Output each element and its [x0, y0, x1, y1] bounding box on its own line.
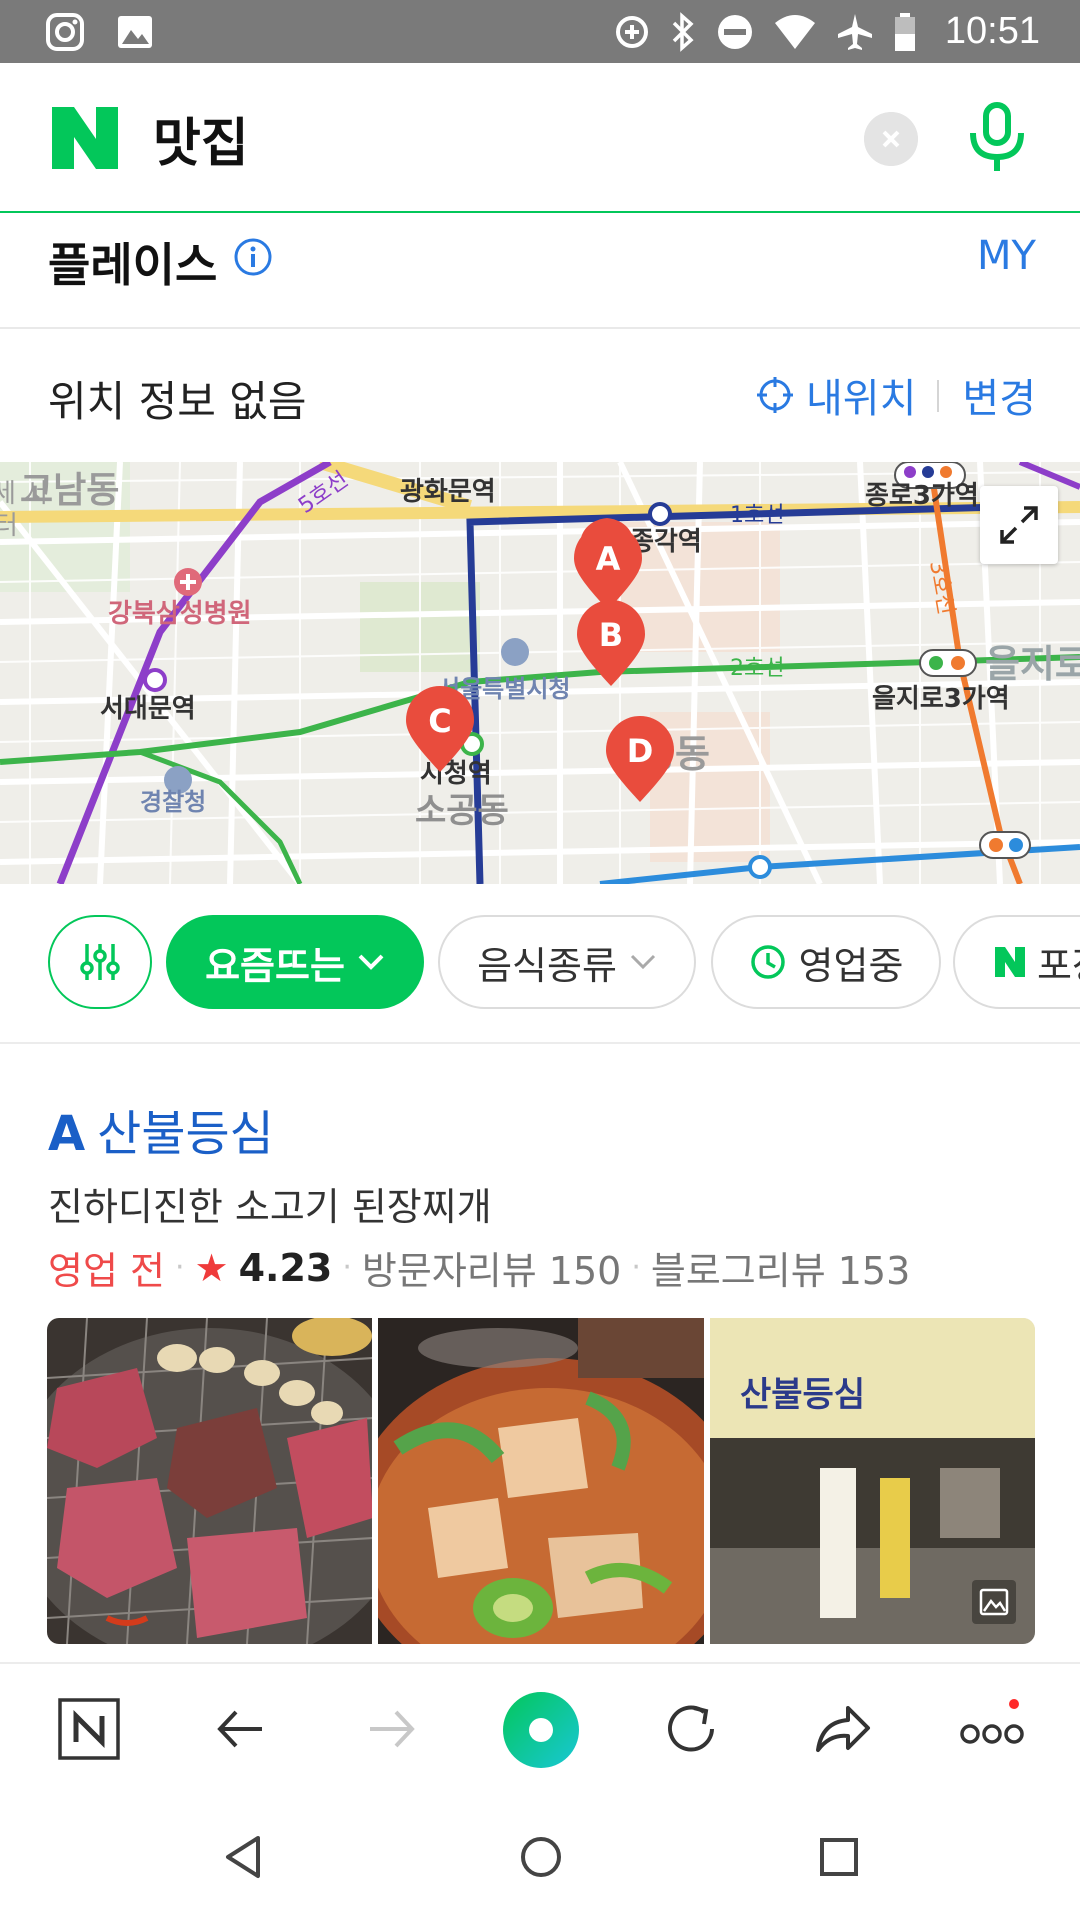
naver-pay-label: 포장	[1037, 943, 1080, 988]
restaurant-name-link[interactable]: A 산불등심	[48, 1094, 274, 1164]
sliders-icon	[80, 944, 120, 980]
map-label: 2호선	[730, 656, 784, 681]
refresh-icon[interactable]	[656, 1694, 726, 1764]
open-now-label: 영업중	[798, 943, 904, 988]
separator-dot: ·	[174, 1250, 185, 1285]
restaurant-meta: 영업 전 · ★ 4.23 · 방문자리뷰 150 · 블로그리뷰 153	[48, 1240, 910, 1295]
do-not-disturb-icon	[717, 14, 752, 49]
green-dot-icon[interactable]	[501, 1690, 581, 1770]
place-header: 플레이스 MY	[0, 213, 1080, 329]
visitor-reviews[interactable]: 방문자리뷰 150	[362, 1240, 621, 1295]
nav-back-icon[interactable]	[220, 1834, 266, 1880]
naver-pay-filter-chip[interactable]: 포장	[953, 915, 1080, 1009]
photo-doenjang-stew[interactable]	[378, 1318, 704, 1644]
blog-reviews[interactable]: 블로그리뷰 153	[651, 1240, 910, 1295]
gallery-icon[interactable]	[978, 1586, 1010, 1618]
map-label: 세 서	[0, 479, 48, 509]
microphone-icon[interactable]	[967, 101, 1027, 175]
status-bar: 10:51	[0, 0, 1080, 63]
star-icon: ★	[194, 1245, 229, 1290]
trending-label: 요즘뜨는	[205, 943, 345, 988]
crosshair-icon	[757, 377, 793, 413]
map-label: 종로3가역	[865, 481, 979, 511]
map-marker-d[interactable]: D	[604, 716, 676, 806]
share-icon[interactable]	[806, 1694, 876, 1764]
food-type-filter-chip[interactable]: 음식종류	[438, 915, 696, 1009]
location-row: 위치 정보 없음 내위치 변경	[0, 330, 1080, 462]
my-location-label: 내위치	[806, 376, 917, 422]
food-type-label: 음식종류	[477, 943, 617, 988]
photo-grilled-beef[interactable]	[47, 1318, 373, 1644]
map-label: 을지로3가역	[872, 684, 1010, 714]
clock: 10:51	[944, 10, 1040, 52]
naver-n-icon	[995, 947, 1025, 977]
map-label: 서대문역	[100, 694, 196, 724]
map-label: 광화문역	[400, 477, 496, 507]
photo-storefront[interactable]: 산불등심	[709, 1318, 1035, 1644]
marker-letter: C	[428, 702, 451, 740]
back-arrow-icon[interactable]	[206, 1694, 276, 1764]
search-query[interactable]: 맛집	[153, 101, 249, 176]
system-nav-bar	[0, 1794, 1080, 1920]
marker-letter: A	[596, 540, 621, 578]
my-location-button[interactable]: 내위치	[756, 366, 916, 424]
search-bar: 맛집	[0, 63, 1080, 213]
separator-dot: ·	[631, 1250, 641, 1285]
naver-logo-icon[interactable]	[52, 107, 118, 169]
result-letter: A	[48, 1106, 86, 1162]
expand-icon	[1000, 506, 1038, 544]
browser-toolbar	[0, 1662, 1080, 1794]
marker-letter: D	[627, 732, 654, 770]
clock-icon	[750, 945, 785, 979]
map-label: 소공동	[415, 791, 509, 831]
more-icon[interactable]	[956, 1694, 1026, 1764]
place-section-title: 플레이스	[48, 238, 218, 292]
nav-home-icon[interactable]	[518, 1834, 564, 1880]
rating-value: 4.23	[238, 1245, 333, 1290]
separator-dot: ·	[342, 1250, 352, 1285]
battery-icon	[894, 12, 915, 51]
map-view[interactable]: 광화문역 종각역 종로3가역 서대문역 강북삼성병원 서울특별시청 시청역 소공…	[0, 462, 1080, 884]
data-saver-icon	[615, 15, 648, 48]
location-status: 위치 정보 없음	[48, 377, 307, 426]
restaurant-description: 진하디진한 소고기 된장찌개	[48, 1185, 492, 1229]
chevron-down-icon	[358, 954, 384, 970]
map-marker-b[interactable]: B	[575, 600, 647, 690]
open-now-filter-chip[interactable]: 영업중	[711, 915, 941, 1009]
instagram-icon	[46, 13, 84, 51]
marker-letter: B	[599, 616, 623, 654]
map-label: 경찰청	[140, 788, 206, 816]
clear-search-button[interactable]	[864, 112, 918, 166]
forward-arrow-icon[interactable]	[356, 1694, 426, 1764]
trending-filter-chip[interactable]: 요즘뜨는	[166, 915, 424, 1009]
restaurant-name: 산불등심	[97, 1106, 274, 1162]
divider	[937, 380, 939, 412]
nav-recents-icon[interactable]	[816, 1834, 862, 1880]
map-label: 강북삼성병원	[108, 599, 252, 629]
gallery-icon	[118, 16, 152, 48]
bluetooth-icon	[672, 11, 694, 52]
info-icon[interactable]	[233, 237, 273, 277]
my-places-link[interactable]: MY	[977, 233, 1036, 279]
naver-home-icon[interactable]	[54, 1694, 124, 1764]
change-location-link[interactable]: 변경	[962, 366, 1036, 424]
map-canvas[interactable]: 광화문역 종각역 종로3가역 서대문역 강북삼성병원 서울특별시청 시청역 소공…	[0, 462, 1080, 884]
airplane-icon	[837, 13, 872, 50]
store-sign-text: 산불등심	[740, 1375, 865, 1415]
map-label: 터	[0, 511, 18, 541]
map-expand-button[interactable]	[980, 486, 1058, 564]
map-label: 을지로	[985, 642, 1080, 686]
photo-strip: 산불등심	[47, 1318, 1035, 1644]
filter-bar: 요즘뜨는 음식종류 영업중 포장	[0, 884, 1080, 1044]
filter-settings-button[interactable]	[48, 915, 152, 1009]
result-item[interactable]: A 산불등심 진하디진한 소고기 된장찌개 영업 전 · ★ 4.23 · 방문자…	[0, 1044, 1080, 1662]
business-status: 영업 전	[48, 1249, 165, 1293]
wifi-icon	[774, 14, 815, 49]
map-marker-c[interactable]: C	[404, 686, 476, 776]
chevron-down-icon	[630, 954, 655, 970]
map-label: 1호선	[730, 503, 784, 528]
